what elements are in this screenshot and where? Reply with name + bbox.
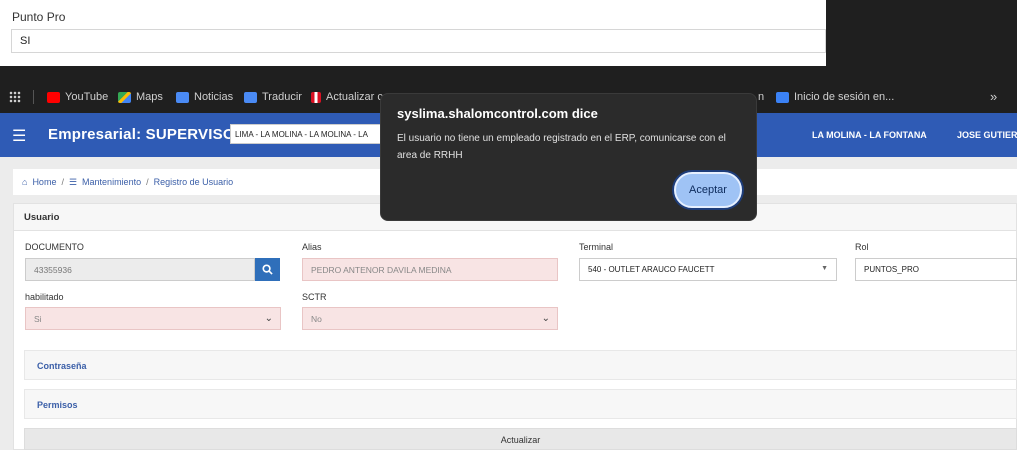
- rol-label: Rol: [855, 242, 869, 252]
- permissions-section[interactable]: Permisos: [24, 389, 1017, 419]
- update-button[interactable]: Actualizar: [24, 428, 1017, 450]
- sctr-value: No: [311, 314, 322, 324]
- more-bookmarks-button[interactable]: »: [990, 89, 997, 104]
- maps-icon: [118, 91, 131, 103]
- terminal-select[interactable]: 540 - OUTLET ARAUCO FAUCETT ▼: [579, 258, 837, 281]
- peru-flag-icon: [311, 91, 321, 103]
- habilitado-label: habilitado: [25, 292, 64, 302]
- sctr-select[interactable]: No ⌄: [302, 307, 558, 330]
- bookmark-youtube[interactable]: YouTube: [47, 91, 108, 103]
- alias-input[interactable]: PEDRO ANTENOR DAVILA MEDINA: [302, 258, 558, 281]
- habilitado-select[interactable]: Si ⌄: [25, 307, 281, 330]
- rol-value: PUNTOS_PRO: [864, 265, 919, 274]
- alert-dialog: syslima.shalomcontrol.com dice El usuari…: [380, 93, 757, 221]
- habilitado-value: Si: [34, 314, 42, 324]
- current-branch[interactable]: LA MOLINA - LA FONTANA: [812, 130, 927, 140]
- breadcrumb-separator: /: [61, 177, 64, 187]
- alias-label: Alias: [302, 242, 322, 252]
- punto-pro-panel: Punto Pro SI: [0, 0, 826, 66]
- youtube-icon: [47, 91, 60, 103]
- bookmark-actualizar[interactable]: Actualizar c: [311, 91, 383, 103]
- translate-icon: [244, 91, 257, 103]
- search-button[interactable]: [255, 258, 280, 281]
- search-icon: [262, 264, 273, 275]
- hamburger-menu-icon[interactable]: ☰: [12, 126, 26, 146]
- rol-select[interactable]: PUNTOS_PRO: [855, 258, 1017, 281]
- apps-grid-icon[interactable]: [9, 91, 21, 103]
- bookmark-divider: [33, 90, 34, 104]
- dialog-message: El usuario no tiene un empleado registra…: [397, 133, 726, 161]
- bookmark-partial[interactable]: n: [758, 91, 764, 103]
- breadcrumb-registro-usuario[interactable]: Registro de Usuario: [154, 177, 234, 187]
- bookmark-translate[interactable]: Traducir: [244, 91, 302, 103]
- bookmark-news[interactable]: Noticias: [176, 91, 233, 103]
- bookmark-zoho[interactable]: Inicio de sesión en...: [776, 91, 894, 103]
- user-menu[interactable]: JOSE GUTIERR: [957, 130, 1017, 140]
- home-icon: ⌂: [22, 177, 28, 187]
- chevron-down-icon: ⌄: [541, 313, 550, 324]
- branch-select[interactable]: LIMA - LA MOLINA - LA MOLINA - LA: [230, 124, 385, 144]
- zoho-icon: [776, 91, 789, 103]
- chevron-down-icon: ▼: [821, 265, 828, 272]
- news-icon: [176, 91, 189, 103]
- documento-input[interactable]: 43355936: [25, 258, 255, 281]
- breadcrumb-mantenimiento[interactable]: Mantenimiento: [82, 177, 141, 187]
- punto-pro-field[interactable]: SI: [11, 29, 826, 53]
- breadcrumb-home[interactable]: Home: [32, 177, 56, 187]
- dialog-title: syslima.shalomcontrol.com dice: [397, 106, 598, 121]
- sctr-label: SCTR: [302, 292, 327, 302]
- documento-label: DOCUMENTO: [25, 242, 84, 252]
- chevron-down-icon: ⌄: [264, 313, 273, 324]
- password-section[interactable]: Contraseña: [24, 350, 1017, 380]
- terminal-value: 540 - OUTLET ARAUCO FAUCETT: [588, 265, 715, 274]
- breadcrumb-separator: /: [146, 177, 149, 187]
- punto-pro-label: Punto Pro: [12, 10, 66, 24]
- terminal-label: Terminal: [579, 242, 614, 252]
- accept-button[interactable]: Aceptar: [674, 172, 742, 208]
- bookmark-maps[interactable]: Maps: [118, 91, 163, 103]
- list-icon: ☰: [68, 176, 78, 187]
